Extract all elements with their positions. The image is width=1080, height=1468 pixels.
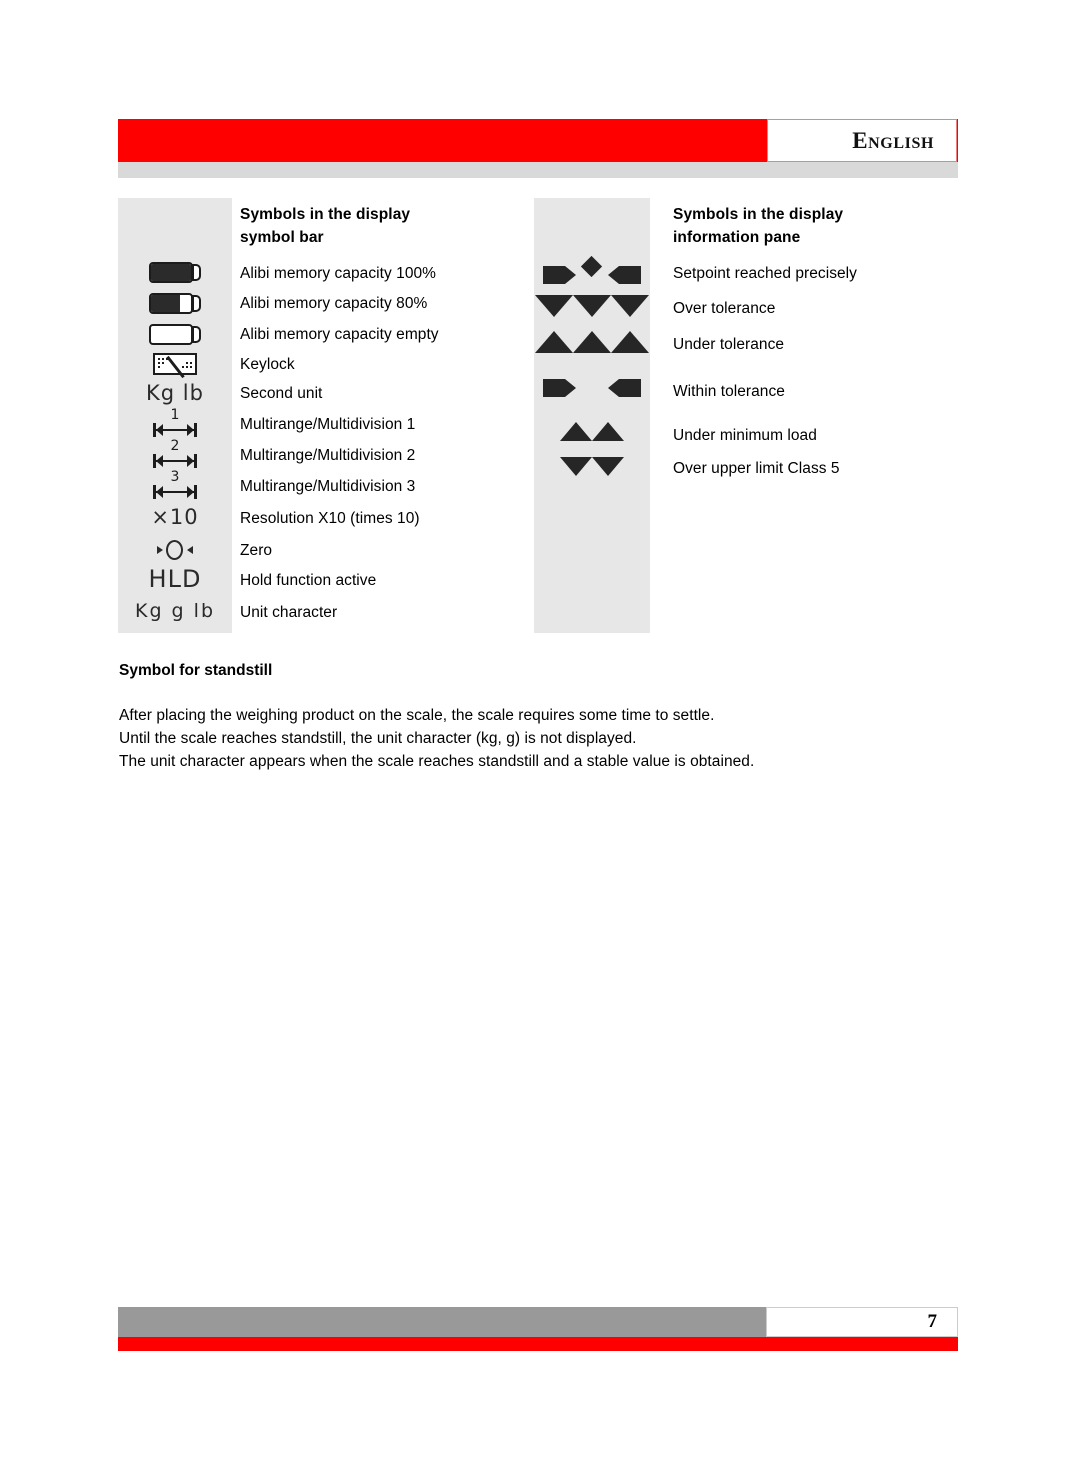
second-unit-glyph: Kg lb (146, 381, 204, 405)
symbol-bar-row-label-4: Second unit (240, 385, 323, 402)
information-pane-row-label-3: Within tolerance (673, 383, 785, 400)
multirange-3-icon: 3 (118, 469, 232, 499)
multirange-1-number: 1 (170, 407, 180, 423)
battery-80-icon (118, 291, 232, 315)
unit-character-glyph: Kg g lb (135, 600, 215, 622)
symbol-bar-row-label-2: Alibi memory capacity empty (240, 326, 439, 343)
information-pane-heading-line-2: information pane (673, 228, 801, 246)
resolution-x10-glyph: ×10 (151, 505, 199, 529)
information-pane-row-label-4: Under minimum load (673, 427, 817, 444)
information-pane-row-label-0: Setpoint reached precisely (673, 265, 857, 282)
setpoint-reached-icon (534, 252, 650, 286)
symbol-bar-row-label-11: Unit character (240, 604, 338, 621)
multirange-1-icon: 1 (118, 407, 232, 437)
symbol-bar-table-heading: Symbols in the display symbol bar (240, 204, 520, 249)
battery-empty-icon (118, 322, 232, 346)
information-pane-row-label-2: Under tolerance (673, 336, 785, 353)
multirange-2-number: 2 (170, 438, 180, 454)
keylock-icon (118, 352, 232, 379)
symbol-bar-row-label-0: Alibi memory capacity 100% (240, 265, 436, 282)
hold-glyph: HLD (148, 565, 202, 593)
page-number: 7 (927, 1311, 938, 1332)
information-pane-row-label-5: Over upper limit Class 5 (673, 460, 840, 477)
under-tolerance-icon (534, 330, 650, 354)
multirange-2-icon: 2 (118, 438, 232, 468)
within-tolerance-icon (534, 378, 650, 398)
header-gray-band (118, 162, 958, 178)
standstill-paragraph-line-2: The unit character appears when the scal… (119, 753, 755, 770)
zero-icon (118, 538, 232, 562)
second-unit-icon: Kg lb (118, 381, 232, 405)
symbol-bar-row-label-3: Keylock (240, 356, 295, 373)
footer-red-bar (118, 1337, 958, 1351)
information-pane-row-label-1: Over tolerance (673, 300, 776, 317)
multirange-3-number: 3 (170, 469, 180, 485)
symbol-bar-row-label-10: Hold function active (240, 572, 377, 589)
symbol-bar-row-label-5: Multirange/Multidivision 1 (240, 416, 416, 433)
over-upper-limit-icon (534, 455, 650, 477)
information-pane-heading-line-1: Symbols in the display (673, 206, 844, 223)
symbol-bar-heading-line-1: Symbols in the display (240, 206, 411, 223)
symbol-bar-heading-line-2: symbol bar (240, 228, 324, 246)
resolution-x10-icon: ×10 (118, 504, 232, 530)
header-language-box: English (767, 119, 957, 162)
unit-character-icon: Kg g lb (118, 598, 232, 624)
standstill-heading: Symbol for standstill (119, 662, 273, 679)
battery-full-icon (118, 260, 232, 284)
header-language-label: English (852, 127, 934, 153)
under-minimum-load-icon (534, 420, 650, 442)
symbol-bar-row-label-9: Zero (240, 542, 273, 559)
information-pane-table-heading: Symbols in the display information pane (673, 204, 953, 249)
footer-page-box: 7 (766, 1307, 958, 1337)
standstill-paragraph-line-1: Until the scale reaches standstill, the … (119, 730, 637, 747)
symbol-bar-row-label-8: Resolution X10 (times 10) (240, 510, 420, 527)
hold-icon: HLD (118, 565, 232, 593)
symbol-bar-row-label-7: Multirange/Multidivision 3 (240, 478, 416, 495)
standstill-paragraph-line-0: After placing the weighing product on th… (119, 707, 715, 724)
over-tolerance-icon (534, 294, 650, 318)
symbol-bar-row-label-1: Alibi memory capacity 80% (240, 295, 428, 312)
symbol-bar-row-label-6: Multirange/Multidivision 2 (240, 447, 416, 464)
page-header: English (118, 119, 958, 162)
